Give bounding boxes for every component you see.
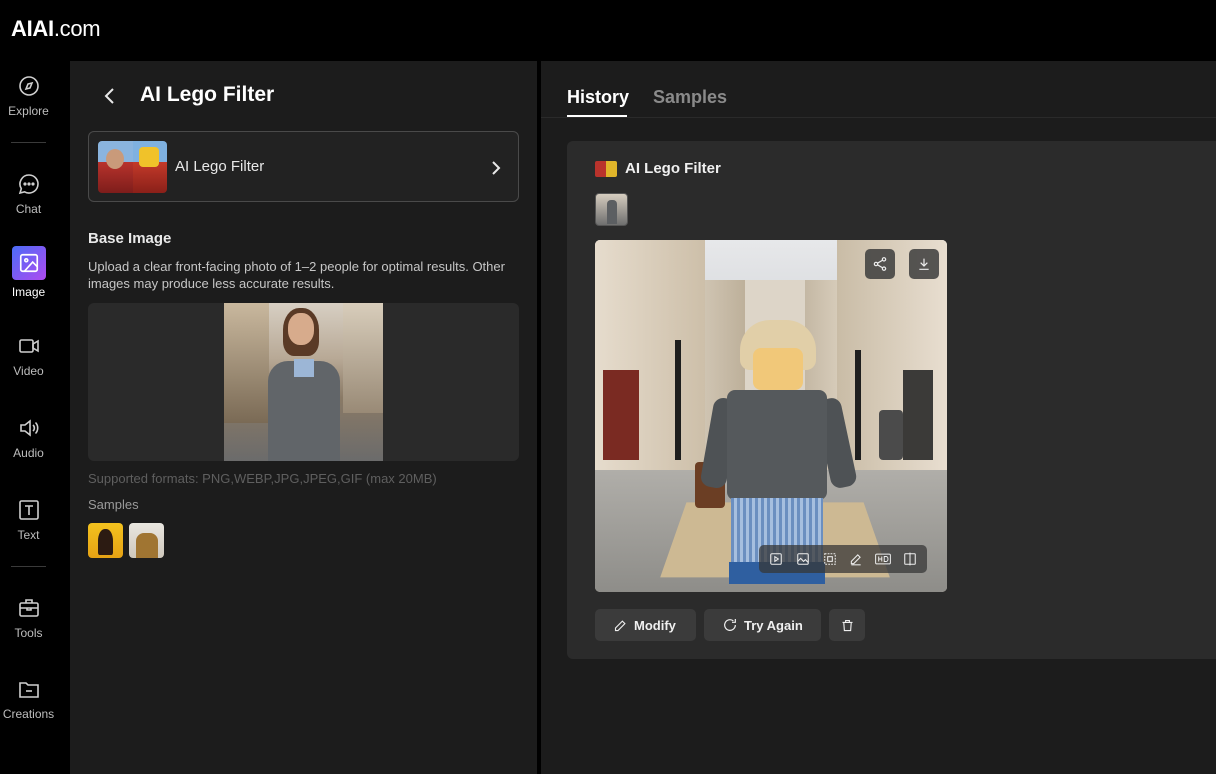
samples-heading: Samples	[88, 497, 139, 512]
filter-settings-panel: AI Lego Filter AI Lego Filter Base Image…	[70, 61, 537, 774]
sidebar-divider	[11, 142, 46, 143]
sidebar-item-audio[interactable]: Audio	[0, 416, 57, 460]
animate-video-icon[interactable]	[767, 550, 785, 568]
delete-button[interactable]	[829, 609, 865, 641]
sidebar-item-text[interactable]: Text	[0, 498, 57, 542]
sidebar-item-tools[interactable]: Tools	[0, 596, 57, 640]
download-button[interactable]	[909, 249, 939, 279]
uploaded-base-photo	[224, 303, 383, 461]
generated-image[interactable]	[595, 240, 947, 592]
logo[interactable]: AIAI.com	[11, 16, 101, 42]
share-icon	[873, 257, 887, 271]
filter-icon	[595, 161, 617, 177]
base-image-upload-area[interactable]	[88, 303, 519, 461]
image-variation-icon[interactable]	[794, 550, 812, 568]
sidebar-item-image[interactable]: Image	[0, 246, 57, 299]
top-bar: AIAI.com	[0, 0, 1216, 61]
folder-icon	[18, 682, 39, 698]
back-arrow-icon[interactable]	[100, 85, 120, 107]
source-image-thumbnail[interactable]	[595, 193, 628, 226]
sidebar-item-explore[interactable]: Explore	[0, 74, 57, 118]
filter-selector-card[interactable]: AI Lego Filter	[88, 131, 519, 202]
sidebar-item-creations[interactable]: Creations	[0, 677, 57, 721]
sample-thumbnail[interactable]	[129, 523, 164, 558]
text-box-icon	[18, 500, 39, 520]
compass-icon	[18, 76, 39, 96]
refresh-icon	[724, 619, 736, 631]
speaker-icon	[19, 419, 38, 437]
sample-thumbnail[interactable]	[88, 523, 123, 558]
toolbox-icon	[18, 599, 39, 617]
share-button[interactable]	[865, 249, 895, 279]
download-icon	[919, 258, 929, 270]
compare-icon[interactable]	[901, 550, 919, 568]
sidebar-item-chat[interactable]: Chat	[0, 172, 57, 216]
image-toolbar	[759, 545, 927, 573]
base-image-heading: Base Image	[88, 230, 172, 247]
trash-icon	[842, 619, 852, 631]
base-image-description: Upload a clear front-facing photo of 1–2…	[88, 259, 505, 291]
sidebar: Explore Chat Image Video Audio Text Tool…	[0, 61, 70, 774]
page-title: AI Lego Filter	[140, 83, 275, 106]
video-camera-icon	[18, 339, 39, 353]
hd-upscale-icon[interactable]	[874, 550, 892, 568]
sidebar-divider	[11, 566, 46, 567]
tab-history[interactable]: History	[567, 87, 629, 108]
filter-name: AI Lego Filter	[175, 158, 265, 175]
history-result-card: AI Lego Filter Modify Try Again	[567, 141, 1216, 659]
edit-pencil-icon[interactable]	[847, 550, 865, 568]
supported-formats-note: Supported formats: PNG,WEBP,JPG,JPEG,GIF…	[88, 471, 437, 486]
tabs-divider	[541, 117, 1216, 118]
sidebar-item-video[interactable]: Video	[0, 334, 57, 378]
pencil-icon	[614, 619, 626, 631]
try-again-button[interactable]: Try Again	[704, 609, 821, 641]
result-title: AI Lego Filter	[625, 160, 721, 177]
results-panel: History Samples AI Lego Filter Modify Tr…	[541, 61, 1216, 774]
filter-thumbnail	[98, 141, 167, 193]
modify-button[interactable]: Modify	[595, 609, 696, 641]
chevron-right-icon	[492, 161, 501, 175]
chat-bubble-icon	[18, 174, 39, 195]
expand-crop-icon[interactable]	[821, 550, 839, 568]
tab-samples[interactable]: Samples	[653, 87, 727, 108]
image-icon	[11, 246, 46, 280]
